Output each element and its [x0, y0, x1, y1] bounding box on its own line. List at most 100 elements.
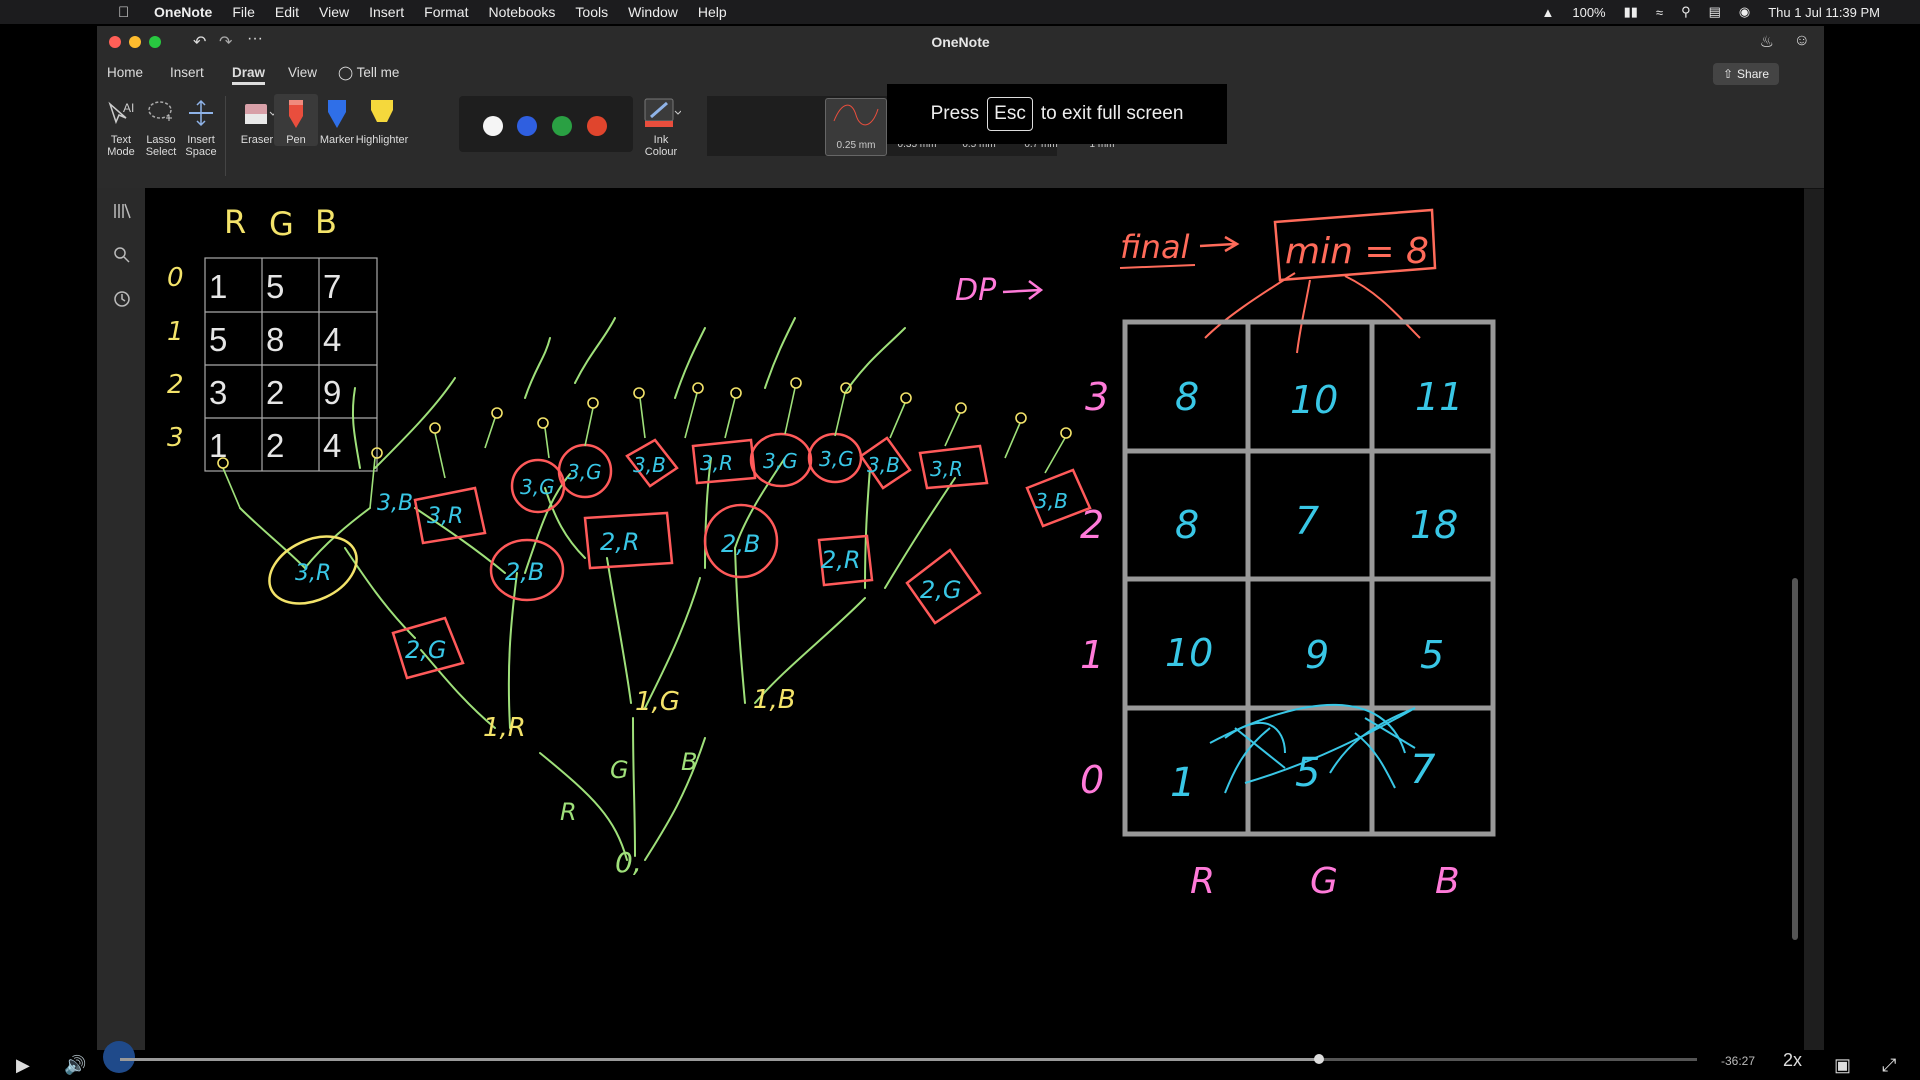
tree-node: 3,B — [633, 453, 666, 477]
text-mode-icon: AI — [99, 94, 143, 132]
pen-button[interactable]: Pen — [274, 94, 318, 146]
eraser-button[interactable]: Eraser — [235, 94, 279, 146]
ribbon-divider — [225, 96, 226, 176]
progress-track[interactable] — [120, 1058, 1697, 1061]
insert-space-label: Insert Space — [185, 134, 217, 158]
tab-draw[interactable]: Draw — [232, 65, 266, 85]
tree-node: 1,R — [483, 713, 526, 743]
vertical-scrollbar[interactable] — [1792, 578, 1798, 940]
tab-home[interactable]: Home — [107, 65, 143, 80]
exit-fullscreen-icon[interactable]: ⤢ — [1882, 1055, 1896, 1076]
dp-cell: 9 — [1305, 633, 1329, 677]
share-button[interactable]: ⇧ Share — [1713, 63, 1779, 85]
notifications-bell-icon[interactable]: ♨ — [1760, 32, 1774, 52]
apple-icon[interactable]:  — [118, 4, 134, 21]
text-mode-label: Text Mode — [107, 134, 135, 158]
feedback-smiley-icon[interactable]: ☺ — [1794, 32, 1810, 50]
menu-file[interactable]: File — [232, 4, 255, 20]
window-title: OneNote — [931, 34, 990, 50]
pen-icon — [274, 94, 318, 132]
menu-window[interactable]: Window — [628, 4, 678, 20]
color-swatch-green[interactable] — [552, 116, 572, 136]
tree-node: 3,G — [763, 449, 798, 473]
table-col-header: G — [269, 205, 294, 243]
table-cell: 2 — [266, 427, 284, 464]
lasso-select-button[interactable]: Lasso Select — [139, 94, 183, 158]
final-label: final — [1120, 228, 1190, 266]
dp-cell: 11 — [1415, 375, 1463, 419]
navigation-sidebar — [97, 188, 145, 1050]
dp-cell: 18 — [1410, 503, 1458, 547]
ink-colour-button[interactable]: Ink Colour — [639, 94, 683, 158]
insert-space-icon — [179, 94, 223, 132]
progress-knob[interactable] — [1313, 1054, 1324, 1064]
insert-space-button[interactable]: Insert Space — [179, 94, 223, 158]
recursion-tree-labels: 0, R G B 1,R 1,G 1,B 2,G 2,B 2,R 2,B 2,R — [217, 377, 1092, 879]
control-center-icon[interactable]: ▤ — [1709, 4, 1721, 20]
search-icon[interactable] — [111, 244, 133, 266]
menu-clock[interactable]: Thu 1 Jul 11:39 PM — [1768, 5, 1880, 20]
min-value: min = 8 — [1285, 231, 1429, 272]
menu-tools[interactable]: Tools — [575, 4, 608, 20]
branch-label: G — [610, 756, 629, 784]
dp-col-label: G — [1310, 861, 1338, 902]
color-swatch-red[interactable] — [587, 116, 607, 136]
text-mode-button[interactable]: AI Text Mode — [99, 94, 143, 158]
recursion-tree-branches — [239, 317, 956, 861]
table-cell: 3 — [209, 374, 227, 411]
dp-row-label: 0 — [1080, 758, 1104, 802]
wifi-icon[interactable]: ≈ — [1656, 5, 1663, 20]
table-cell: 1 — [209, 268, 227, 305]
dp-cell: 8 — [1175, 503, 1199, 547]
dp-col-label: B — [1435, 861, 1460, 902]
picture-in-picture-icon[interactable]: ▣ — [1834, 1055, 1851, 1076]
table-col-header: R — [224, 203, 246, 241]
siri-icon[interactable]: ◉ — [1739, 4, 1750, 20]
menu-app-name[interactable]: OneNote — [154, 4, 212, 20]
table-cell: 4 — [323, 321, 341, 358]
ink-colour-label: Ink Colour — [644, 134, 678, 158]
tell-me-search[interactable]: ◯ Tell me — [338, 65, 399, 81]
marker-icon — [315, 94, 359, 132]
color-swatch-blue[interactable] — [517, 116, 537, 136]
tab-insert[interactable]: Insert — [170, 65, 204, 80]
menu-insert[interactable]: Insert — [369, 4, 404, 20]
thickness-option[interactable]: 0.25 mm — [825, 98, 887, 156]
menu-notebooks[interactable]: Notebooks — [488, 4, 555, 20]
menu-view[interactable]: View — [319, 4, 349, 20]
tab-view[interactable]: View — [288, 65, 317, 80]
tree-node: 3,R — [295, 561, 331, 586]
cost-table: R G B 0 1 2 3 1 5 7 5 8 4 3 2 9 1 2 4 — [167, 203, 378, 472]
playback-speed-button[interactable]: 2x — [1783, 1050, 1802, 1071]
banner-esc-key: Esc — [987, 97, 1033, 131]
tree-node: 1,G — [635, 687, 680, 717]
tree-node: 3,B — [867, 453, 900, 477]
ink-drawing[interactable]: R G B 0 1 2 3 1 5 7 5 8 4 3 2 9 1 2 4 0,… — [145, 160, 1804, 1050]
menu-format[interactable]: Format — [424, 4, 468, 20]
ink-colour-icon — [639, 94, 683, 132]
dp-cell: 8 — [1175, 375, 1199, 419]
note-canvas[interactable]: R G B 0 1 2 3 1 5 7 5 8 4 3 2 9 1 2 4 0,… — [145, 160, 1804, 1050]
dp-cell: 1 — [1170, 760, 1195, 806]
highlighter-button[interactable]: Highlighter — [355, 94, 409, 146]
thickness-label: 0.25 mm — [836, 140, 876, 151]
notebooks-icon[interactable] — [111, 200, 133, 222]
color-swatch-white[interactable] — [483, 116, 503, 136]
eraser-icon — [235, 94, 279, 132]
video-player-bar: ▶ 🔊 ▣ ⤢ — [0, 1050, 1920, 1080]
final-arrow — [1199, 235, 1240, 253]
marker-button[interactable]: Marker — [315, 94, 359, 146]
recent-notes-clock-icon[interactable] — [111, 288, 133, 310]
spotlight-search-icon[interactable]: ⚲ — [1681, 4, 1691, 20]
highlighter-label: Highlighter — [355, 134, 409, 146]
menu-edit[interactable]: Edit — [275, 4, 299, 20]
menu-help[interactable]: Help — [698, 4, 727, 20]
thickness-stroke-icon — [833, 104, 879, 126]
dp-cell: 7 — [1295, 499, 1319, 543]
tree-root-node: 0, — [615, 846, 642, 879]
play-icon[interactable]: ▶ — [16, 1055, 30, 1076]
volume-icon[interactable]: 🔊 — [64, 1055, 86, 1076]
battery-icon[interactable]: ▮▮ — [1624, 4, 1638, 20]
dp-row-label: 2 — [1080, 503, 1104, 547]
keyboard-icon[interactable]: ▲ — [1541, 5, 1554, 20]
